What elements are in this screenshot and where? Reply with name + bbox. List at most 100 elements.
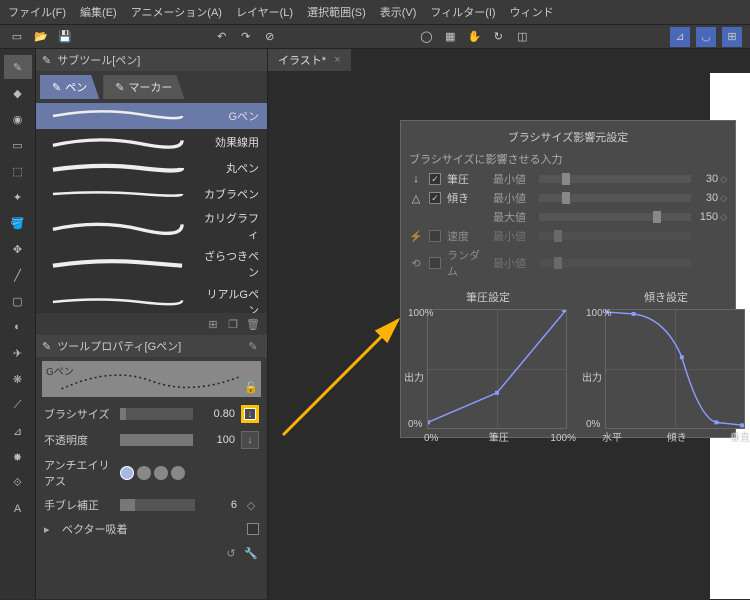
document-tab[interactable]: イラスト* × <box>268 49 351 71</box>
menu-item[interactable]: ウィンド <box>510 4 554 20</box>
tilt-graph-title: 傾き設定 <box>587 289 745 305</box>
brush-item[interactable]: カリグラフィ <box>36 207 267 245</box>
save-icon[interactable]: 💾 <box>56 28 74 46</box>
dynamics-row: △傾き最小値30◇ <box>409 190 727 206</box>
dynamics-checkbox[interactable] <box>429 173 441 185</box>
edit-icon[interactable]: ✎ <box>245 338 261 354</box>
menu-item[interactable]: アニメーション(A) <box>131 4 222 20</box>
menu-item[interactable]: レイヤー(L) <box>236 4 293 20</box>
dup-brush-icon[interactable]: ❐ <box>225 316 241 332</box>
gradient-tool[interactable]: ◐ <box>4 315 32 339</box>
lasso-tool[interactable]: ⬚ <box>4 159 32 183</box>
brush-item[interactable]: ざらつきペン <box>36 245 267 283</box>
snap2-icon[interactable]: ◡ <box>696 27 716 47</box>
brush-item[interactable]: Gペン <box>36 103 267 129</box>
dynamics-checkbox[interactable] <box>429 192 441 204</box>
spin-icon[interactable]: ◇ <box>243 497 259 513</box>
wrench-icon[interactable]: 🔧 <box>243 545 259 561</box>
pen-tool[interactable]: ✎ <box>4 55 32 79</box>
eraser-tool[interactable]: ◆ <box>4 81 32 105</box>
opacity-dynamics-button[interactable]: ↓ <box>241 431 259 449</box>
correct-tool[interactable]: ⟐ <box>4 471 32 495</box>
dynamics-label: ランダム <box>447 247 487 279</box>
lock-icon[interactable]: 🔓 <box>243 379 259 395</box>
sparkle-tool[interactable]: ✸ <box>4 445 32 469</box>
add-brush-icon[interactable]: ⊞ <box>205 316 221 332</box>
brush-size-slider[interactable] <box>120 408 193 420</box>
row-glyph-icon: △ <box>409 192 423 205</box>
brush-item[interactable]: カブラペン <box>36 181 267 207</box>
dynamics-checkbox[interactable] <box>429 257 441 269</box>
transform-icon[interactable]: ◫ <box>513 28 531 46</box>
dynamics-value: 30◇ <box>697 192 727 204</box>
rotate-icon[interactable]: ↻ <box>489 28 507 46</box>
pen-icon: ✎ <box>42 340 51 353</box>
subtool-tabs: ✎ペン✎マーカー <box>36 71 267 103</box>
tilt-graph[interactable]: 100% 出力 0% 水平 傾き 垂直 <box>605 309 745 429</box>
airbrush-tool[interactable]: ✈ <box>4 341 32 365</box>
subtool-tab[interactable]: ✎ペン <box>40 75 99 99</box>
menu-item[interactable]: ファイル(F) <box>8 4 66 20</box>
pressure-graph[interactable]: 100% 出力 0% 0% 筆圧 100% <box>427 309 567 429</box>
redo-icon[interactable]: ↷ <box>237 28 255 46</box>
aa-option-3[interactable] <box>154 466 168 480</box>
blend-tool[interactable]: ◉ <box>4 107 32 131</box>
new-icon[interactable]: ▭ <box>8 28 26 46</box>
brush-size-dynamics-button[interactable]: ↓ <box>241 405 259 423</box>
zoom-icon[interactable]: ◯ <box>417 28 435 46</box>
text-tool[interactable]: A <box>4 497 32 521</box>
decoration-tool[interactable]: ❋ <box>4 367 32 391</box>
antialias-row: アンチエイリアス <box>36 453 267 493</box>
stabilization-row: 手ブレ補正 6 ◇ <box>36 493 267 517</box>
vector-snap-label: ベクター吸着 <box>62 521 132 537</box>
brush-item[interactable]: リアルGペン <box>36 283 267 313</box>
brush-list: Gペン効果線用丸ペンカブラペンカリグラフィざらつきペンリアルGペン <box>36 103 267 313</box>
row-glyph-icon: ⚡ <box>409 230 423 243</box>
snap1-icon[interactable]: ⊿ <box>670 27 690 47</box>
hand-icon[interactable]: ✋ <box>465 28 483 46</box>
undo-icon[interactable]: ↶ <box>213 28 231 46</box>
reset-prop-icon[interactable]: ↺ <box>223 545 239 561</box>
move-tool[interactable]: ✥ <box>4 237 32 261</box>
tilt-graph-wrap: 傾き設定 100% 出力 0% 水平 傾き 垂直 <box>587 289 745 429</box>
menu-item[interactable]: フィルター(I) <box>430 4 495 20</box>
close-tab-icon[interactable]: × <box>334 54 340 66</box>
subtool-tab[interactable]: ✎マーカー <box>103 75 184 99</box>
min-label: 最小値 <box>493 255 533 271</box>
line-tool[interactable]: ╱ <box>4 263 32 287</box>
dynamics-checkbox[interactable] <box>429 230 441 242</box>
brush-item[interactable]: 丸ペン <box>36 155 267 181</box>
dynamics-label: 傾き <box>447 190 487 206</box>
shape-tool[interactable]: ▢ <box>4 289 32 313</box>
menu-item[interactable]: 選択範囲(S) <box>307 4 366 20</box>
dynamics-label: 速度 <box>447 228 487 244</box>
grid-icon[interactable]: ▦ <box>441 28 459 46</box>
vector-snap-checkbox[interactable] <box>247 523 259 535</box>
tool-palette: ✎ ◆ ◉ ▭ ⬚ ✦ 🪣 ✥ ╱ ▢ ◐ ✈ ❋ ⟋ ⊿ ✸ ⟐ A <box>0 49 36 599</box>
subtool-header: ✎ サブツール[ペン] <box>36 49 267 71</box>
dynamics-row: 最大値150◇ <box>409 209 727 225</box>
dynamics-slider[interactable] <box>539 213 691 221</box>
ruler-tool[interactable]: ⊿ <box>4 419 32 443</box>
aa-option-2[interactable] <box>137 466 151 480</box>
brush-item[interactable]: 効果線用 <box>36 129 267 155</box>
fill-tool[interactable]: 🪣 <box>4 211 32 235</box>
marquee-tool[interactable]: ▭ <box>4 133 32 157</box>
open-icon[interactable]: 📂 <box>32 28 50 46</box>
dynamics-slider[interactable] <box>539 175 691 183</box>
del-brush-icon[interactable]: 🗑 <box>245 316 261 332</box>
eyedropper-tool[interactable]: ⟋ <box>4 393 32 417</box>
stabilization-slider[interactable] <box>120 499 195 511</box>
antialias-label: アンチエイリアス <box>44 457 114 489</box>
aa-option-1[interactable] <box>120 466 134 480</box>
clear-icon[interactable]: ⊘ <box>261 28 279 46</box>
aa-option-4[interactable] <box>171 466 185 480</box>
snap3-icon[interactable]: ⊞ <box>722 27 742 47</box>
app-toolbar: ▭ 📂 💾 ↶ ↷ ⊘ ◯ ▦ ✋ ↻ ◫ ⊿ ◡ ⊞ <box>0 25 750 49</box>
dynamics-slider[interactable] <box>539 194 691 202</box>
menu-item[interactable]: 表示(V) <box>380 4 417 20</box>
menu-item[interactable]: 編集(E) <box>80 4 117 20</box>
opacity-slider[interactable] <box>120 434 193 446</box>
dynamics-row: ↓筆圧最小値30◇ <box>409 171 727 187</box>
wand-tool[interactable]: ✦ <box>4 185 32 209</box>
